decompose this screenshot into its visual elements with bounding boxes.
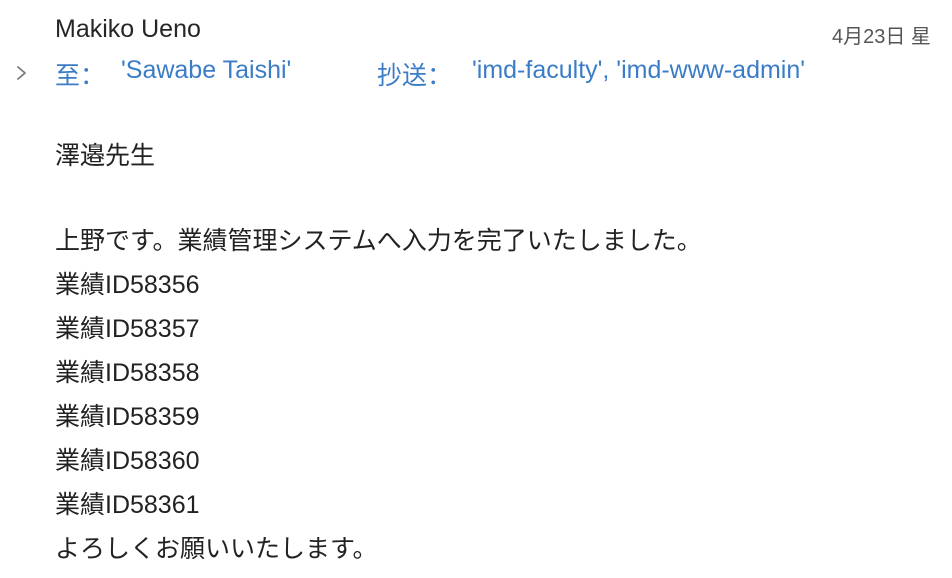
greeting-line: 澤邉先生 [55, 142, 156, 170]
cc-label: 抄送： [377, 62, 453, 90]
entry-line: 業績ID58360 [55, 447, 200, 475]
message-date: 4月23日 星 [832, 26, 931, 48]
email-message: Makiko Ueno 4月23日 星 至： 'Sawabe Taishi' 抄… [0, 0, 952, 578]
chevron-right-icon[interactable] [12, 60, 32, 84]
entry-line: 業績ID58357 [55, 315, 200, 343]
entry-line: 業績ID58359 [55, 403, 200, 431]
closing-line: よろしくお願いいたします。 [55, 535, 378, 563]
to-label: 至： [55, 62, 106, 90]
entry-line: 業績ID58356 [55, 271, 200, 299]
intro-line: 上野です。業績管理システムへ入力を完了いたしました。 [55, 227, 702, 255]
entry-line: 業績ID58358 [55, 359, 200, 387]
sender-name: Makiko Ueno [55, 15, 201, 43]
cc-recipients-link[interactable]: 'imd-faculty', 'imd-www-admin' [472, 56, 805, 85]
to-recipient-link[interactable]: 'Sawabe Taishi' [121, 56, 291, 85]
entry-line: 業績ID58361 [55, 491, 200, 519]
